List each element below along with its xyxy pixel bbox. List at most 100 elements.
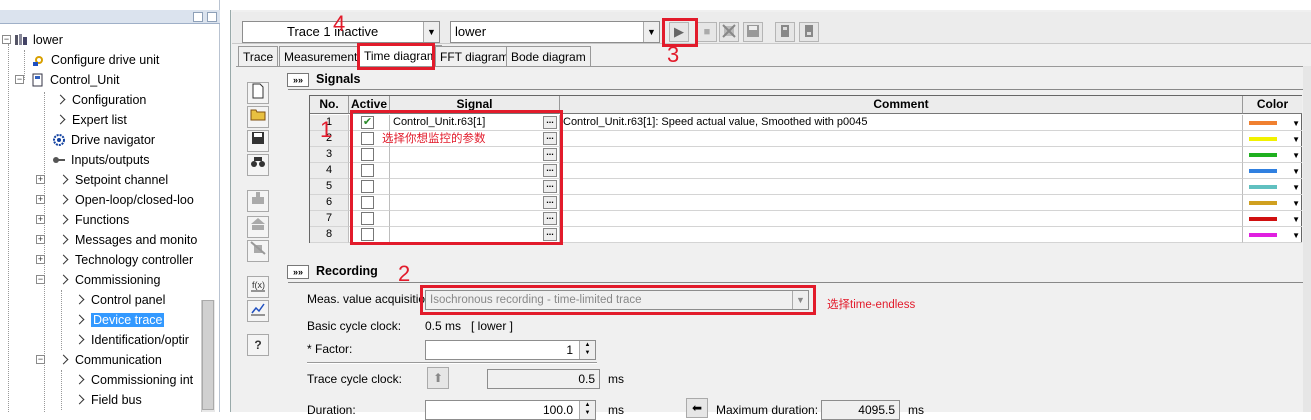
tree-item-lower[interactable]: − lower bbox=[0, 30, 63, 50]
comment-cell[interactable] bbox=[560, 227, 1243, 243]
dropdown-arrow-icon[interactable]: ▼ bbox=[1292, 212, 1300, 226]
tree-scrollbar-thumb[interactable] bbox=[202, 300, 214, 410]
expand-icon[interactable]: + bbox=[36, 235, 45, 244]
tree-item-inputs-outputs[interactable]: Inputs/outputs bbox=[52, 150, 150, 170]
tree-item-messages-monitoring[interactable]: + Messages and monito bbox=[36, 230, 197, 250]
factor-input[interactable]: 1 ▲ ▼ bbox=[425, 340, 596, 360]
dropdown-arrow-icon[interactable]: ▼ bbox=[1292, 132, 1300, 146]
column-header-color: Color bbox=[1243, 96, 1302, 114]
comment-cell[interactable] bbox=[560, 163, 1243, 179]
expand-icon[interactable]: + bbox=[36, 175, 45, 184]
comment-cell[interactable] bbox=[560, 195, 1243, 211]
arrow-left-icon[interactable]: ⬅ bbox=[686, 398, 708, 418]
tab-fft-diagram[interactable]: FFT diagram bbox=[435, 46, 514, 67]
tab-bode-diagram[interactable]: Bode diagram bbox=[506, 46, 591, 67]
tab-measurements[interactable]: Measurements bbox=[279, 46, 369, 67]
stop-trace-button[interactable]: ■ bbox=[697, 22, 717, 42]
color-cell[interactable]: ▼ bbox=[1243, 211, 1302, 227]
main-scrollbar[interactable] bbox=[1303, 66, 1311, 412]
expand-icon[interactable]: + bbox=[36, 255, 45, 264]
dropdown-arrow-icon[interactable]: ▼ bbox=[1292, 196, 1300, 210]
save-trace-icon[interactable] bbox=[743, 22, 763, 42]
upload-icon[interactable] bbox=[247, 190, 269, 212]
dropdown-arrow-icon[interactable]: ▼ bbox=[1292, 180, 1300, 194]
download-icon[interactable] bbox=[247, 216, 269, 238]
color-cell[interactable]: ▼ bbox=[1243, 179, 1302, 195]
color-cell[interactable]: ▼ bbox=[1243, 227, 1302, 243]
new-file-icon[interactable] bbox=[247, 82, 269, 104]
chevron-right-icon bbox=[55, 94, 66, 105]
dropdown-arrow-icon[interactable]: ▼ bbox=[1292, 116, 1300, 130]
tree-item-field-bus[interactable]: Field bus bbox=[74, 390, 142, 410]
collapse-icon[interactable]: − bbox=[15, 75, 24, 84]
color-cell[interactable]: ▼ bbox=[1243, 147, 1302, 163]
device-select[interactable]: lower ▼ bbox=[450, 21, 660, 43]
tree-item-configuration[interactable]: Configuration bbox=[55, 90, 146, 110]
collapse-icon[interactable]: − bbox=[36, 275, 45, 284]
comment-cell[interactable] bbox=[560, 131, 1243, 147]
open-folder-icon[interactable] bbox=[247, 106, 269, 128]
duration-spinner[interactable]: ▲ ▼ bbox=[579, 401, 595, 419]
tree-item-configure-drive-unit[interactable]: Configure drive unit bbox=[32, 50, 159, 70]
row-number: 7 bbox=[325, 212, 333, 224]
dropdown-arrow-icon[interactable]: ▼ bbox=[423, 22, 439, 42]
color-cell[interactable]: ▼ bbox=[1243, 163, 1302, 179]
dropdown-arrow-icon[interactable]: ▼ bbox=[1292, 148, 1300, 162]
delete-icon[interactable] bbox=[247, 240, 269, 262]
color-cell[interactable]: ▼ bbox=[1243, 115, 1302, 131]
delete-trace-icon[interactable] bbox=[719, 22, 739, 42]
tree-item-expert-list[interactable]: Expert list bbox=[55, 110, 127, 130]
device-settings-icon[interactable] bbox=[799, 22, 819, 42]
duration-value: 100.0 bbox=[542, 403, 573, 417]
tree-scroll-up-button[interactable] bbox=[193, 12, 203, 22]
tree-item-commissioning[interactable]: − Commissioning bbox=[36, 270, 160, 290]
tree-item-technology-controller[interactable]: + Technology controller bbox=[36, 250, 193, 270]
comment-cell[interactable] bbox=[560, 147, 1243, 163]
tree-item-label: Commissioning bbox=[75, 273, 161, 287]
tree-item-drive-navigator[interactable]: Drive navigator bbox=[52, 130, 155, 150]
expand-icon[interactable]: + bbox=[36, 215, 45, 224]
tree-item-label: Commissioning int bbox=[91, 373, 194, 387]
color-cell[interactable]: ▼ bbox=[1243, 131, 1302, 147]
help-button[interactable]: ? bbox=[247, 334, 269, 356]
device-config-icon[interactable] bbox=[775, 22, 795, 42]
tree-item-control-panel[interactable]: Control panel bbox=[74, 290, 165, 310]
max-duration-label: Maximum duration: bbox=[716, 403, 819, 417]
expand-icon[interactable]: + bbox=[36, 195, 45, 204]
save-icon[interactable] bbox=[247, 130, 269, 152]
function-icon[interactable]: f(x) bbox=[247, 276, 269, 298]
chevron-right-icon bbox=[58, 274, 69, 285]
dropdown-arrow-icon[interactable]: ▼ bbox=[643, 22, 659, 42]
collapse-recording-button[interactable]: »» bbox=[287, 265, 309, 279]
arrow-up-icon[interactable]: ⬆ bbox=[427, 367, 449, 389]
factor-spinner[interactable]: ▲ ▼ bbox=[579, 341, 595, 359]
tree-item-device-trace[interactable]: Device trace bbox=[74, 310, 165, 330]
tree-item-communication[interactable]: − Communication bbox=[36, 350, 162, 370]
tree-scroll-right-button[interactable] bbox=[207, 12, 217, 22]
duration-input[interactable]: 100.0 ▲ ▼ bbox=[425, 400, 596, 420]
trace-cycle-unit: ms bbox=[608, 372, 624, 386]
tree-item-label: Identification/optir bbox=[91, 333, 189, 347]
tree-item-identification[interactable]: Identification/optir bbox=[74, 330, 189, 350]
color-swatch bbox=[1249, 217, 1277, 221]
collapse-signals-button[interactable]: »» bbox=[287, 73, 309, 87]
tab-trace[interactable]: Trace bbox=[238, 46, 279, 67]
comment-cell[interactable] bbox=[560, 211, 1243, 227]
collapse-icon[interactable]: − bbox=[2, 35, 11, 44]
collapse-icon[interactable]: − bbox=[36, 355, 45, 364]
tree-item-commissioning-interface[interactable]: Commissioning int bbox=[74, 370, 194, 390]
comment-cell[interactable]: Control_Unit.r63[1]: Speed actual value,… bbox=[560, 115, 1243, 131]
chevron-right-icon bbox=[74, 334, 85, 345]
tree-item-control-unit[interactable]: − Control_Unit bbox=[15, 70, 119, 90]
find-icon[interactable] bbox=[247, 154, 269, 176]
color-cell[interactable]: ▼ bbox=[1243, 195, 1302, 211]
factor-label: * Factor: bbox=[307, 342, 353, 356]
dropdown-arrow-icon[interactable]: ▼ bbox=[1292, 164, 1300, 178]
comment-cell[interactable] bbox=[560, 179, 1243, 195]
tree-item-setpoint-channel[interactable]: + Setpoint channel bbox=[36, 170, 168, 190]
chart-settings-icon[interactable] bbox=[247, 300, 269, 322]
tree-item-open-closed-loop[interactable]: + Open-loop/closed-loo bbox=[36, 190, 194, 210]
section-divider bbox=[288, 282, 1308, 283]
dropdown-arrow-icon[interactable]: ▼ bbox=[1292, 228, 1300, 242]
tree-item-functions[interactable]: + Functions bbox=[36, 210, 129, 230]
